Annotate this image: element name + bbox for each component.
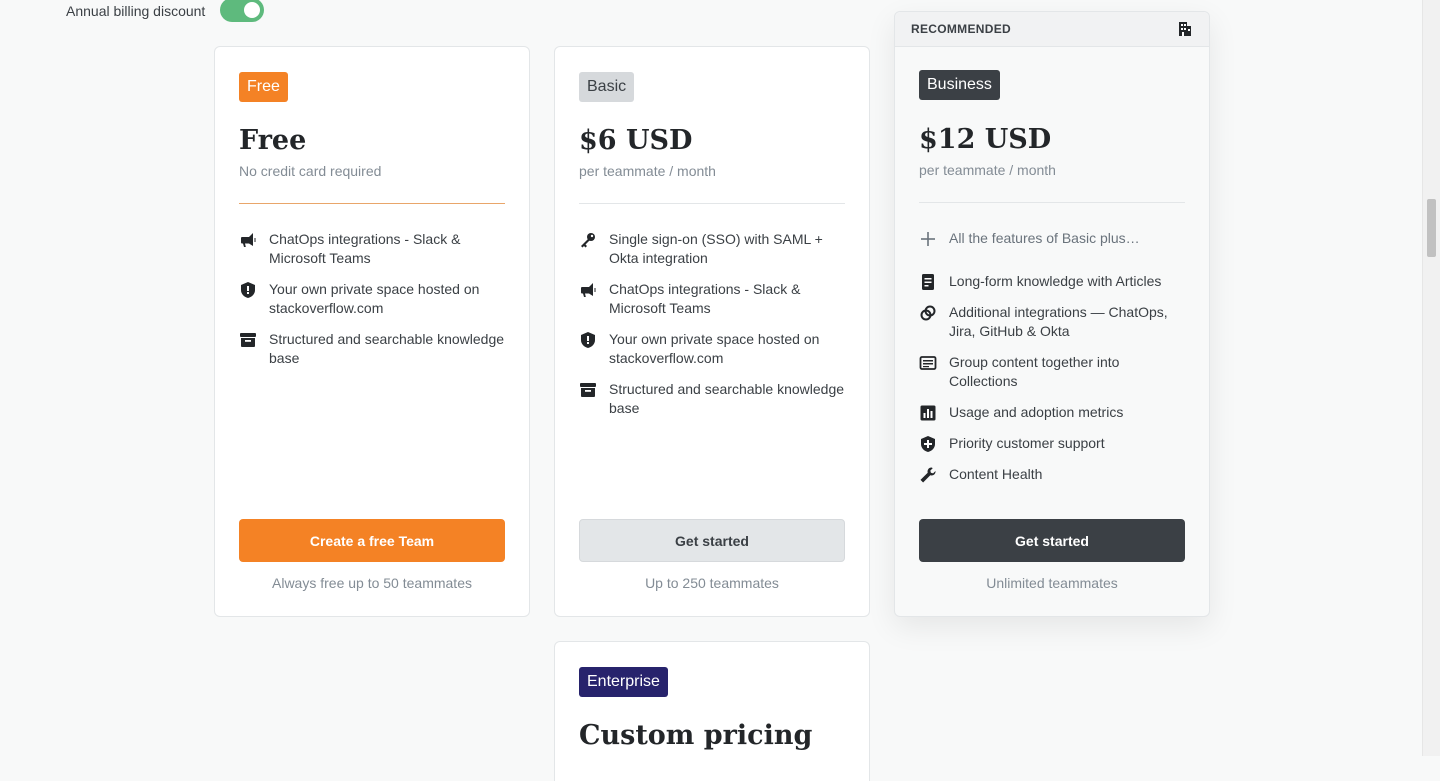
feature-item: Group content together into Collections bbox=[919, 353, 1189, 391]
feature-text: ChatOps integrations - Slack & Microsoft… bbox=[609, 281, 801, 316]
article-icon bbox=[922, 274, 934, 290]
feature-list-business: All the features of Basic plus… Long-for… bbox=[919, 229, 1189, 496]
feature-item: Usage and adoption metrics bbox=[919, 403, 1189, 422]
plan-card-free: Free Free No credit card required ChatOp… bbox=[214, 46, 530, 617]
feature-text: Group content together into Collections bbox=[949, 354, 1120, 389]
billing-toggle-row: Annual billing discount bbox=[66, 0, 264, 22]
feature-text: Long-form knowledge with Articles bbox=[949, 273, 1162, 289]
create-free-team-button[interactable]: Create a free Team bbox=[239, 519, 505, 562]
basic-get-started-button[interactable]: Get started bbox=[579, 519, 845, 562]
feature-item: Your own private space hosted on stackov… bbox=[579, 330, 849, 368]
plan-subtitle-business: per teammate / month bbox=[919, 162, 1056, 178]
billing-toggle-label: Annual billing discount bbox=[66, 3, 206, 19]
feature-list-free: ChatOps integrations - Slack & Microsoft… bbox=[239, 230, 509, 380]
wrench-icon bbox=[920, 467, 936, 483]
feature-list-basic: Single sign-on (SSO) with SAML + Okta in… bbox=[579, 230, 849, 430]
archive-icon bbox=[240, 333, 256, 347]
feature-text: ChatOps integrations - Slack & Microsoft… bbox=[269, 231, 461, 266]
feature-item: ChatOps integrations - Slack & Microsoft… bbox=[579, 280, 849, 318]
feature-item: Structured and searchable knowledge base bbox=[579, 380, 849, 418]
feature-item: Additional integrations — ChatOps, Jira,… bbox=[919, 303, 1189, 341]
feature-text: Content Health bbox=[949, 466, 1043, 482]
plan-price-free: Free bbox=[239, 125, 307, 156]
plan-badge-enterprise: Enterprise bbox=[579, 667, 668, 697]
feature-text: All the features of Basic plus… bbox=[949, 230, 1140, 246]
plan-card-enterprise: Enterprise Custom pricing bbox=[554, 641, 870, 781]
plan-card-business: RECOMMENDED Business $12 USD per teammat… bbox=[894, 11, 1210, 617]
scrollbar-thumb[interactable] bbox=[1427, 199, 1436, 257]
megaphone-icon bbox=[581, 283, 596, 297]
megaphone-icon bbox=[241, 233, 256, 247]
feature-text: Additional integrations — ChatOps, Jira,… bbox=[949, 304, 1168, 339]
plan-price-basic: $6 USD bbox=[579, 125, 693, 156]
annual-billing-toggle[interactable] bbox=[220, 0, 264, 22]
plus-icon bbox=[921, 232, 935, 246]
feature-text: Your own private space hosted on stackov… bbox=[609, 331, 820, 366]
feature-text: Single sign-on (SSO) with SAML + Okta in… bbox=[609, 231, 823, 266]
collection-icon bbox=[919, 356, 937, 370]
plan-footnote-business: Unlimited teammates bbox=[986, 575, 1118, 591]
plan-card-basic: Basic $6 USD per teammate / month Single… bbox=[554, 46, 870, 617]
archive-icon bbox=[580, 383, 596, 397]
feature-text: Your own private space hosted on stackov… bbox=[269, 281, 480, 316]
link-icon bbox=[920, 305, 936, 321]
recommended-header: RECOMMENDED bbox=[895, 12, 1209, 47]
feature-item: Structured and searchable knowledge base bbox=[239, 330, 509, 368]
plan-subtitle-free: No credit card required bbox=[239, 163, 382, 179]
feature-text: Structured and searchable knowledge base bbox=[609, 381, 845, 416]
toggle-knob bbox=[244, 2, 260, 18]
feature-item: All the features of Basic plus… bbox=[919, 229, 1189, 248]
divider bbox=[919, 202, 1185, 203]
feature-item: ChatOps integrations - Slack & Microsoft… bbox=[239, 230, 509, 268]
plan-badge-business: Business bbox=[919, 70, 1000, 100]
shield-plus-icon bbox=[921, 436, 935, 452]
feature-item: Priority customer support bbox=[919, 434, 1189, 453]
plan-badge-free: Free bbox=[239, 72, 288, 102]
plan-footnote-free: Always free up to 50 teammates bbox=[272, 575, 472, 591]
feature-text: Priority customer support bbox=[949, 435, 1105, 451]
feature-item: Long-form knowledge with Articles bbox=[919, 272, 1189, 291]
feature-text: Usage and adoption metrics bbox=[949, 404, 1124, 420]
feature-text: Structured and searchable knowledge base bbox=[269, 331, 505, 366]
plan-price-business: $12 USD bbox=[919, 124, 1052, 155]
business-get-started-button[interactable]: Get started bbox=[919, 519, 1185, 562]
plan-price-enterprise: Custom pricing bbox=[579, 720, 813, 751]
plan-footnote-basic: Up to 250 teammates bbox=[645, 575, 779, 591]
recommended-label: RECOMMENDED bbox=[911, 22, 1011, 36]
plan-subtitle-basic: per teammate / month bbox=[579, 163, 716, 179]
shield-icon bbox=[241, 282, 255, 298]
plan-badge-basic: Basic bbox=[579, 72, 635, 102]
page-scrollbar[interactable] bbox=[1422, 0, 1440, 756]
divider bbox=[239, 203, 505, 204]
divider bbox=[579, 203, 845, 204]
feature-item: Single sign-on (SSO) with SAML + Okta in… bbox=[579, 230, 849, 268]
building-icon bbox=[1179, 22, 1191, 36]
chart-icon bbox=[920, 405, 936, 421]
feature-item: Your own private space hosted on stackov… bbox=[239, 280, 509, 318]
feature-item: Content Health bbox=[919, 465, 1189, 484]
shield-icon bbox=[581, 332, 595, 348]
key-icon bbox=[581, 233, 595, 248]
